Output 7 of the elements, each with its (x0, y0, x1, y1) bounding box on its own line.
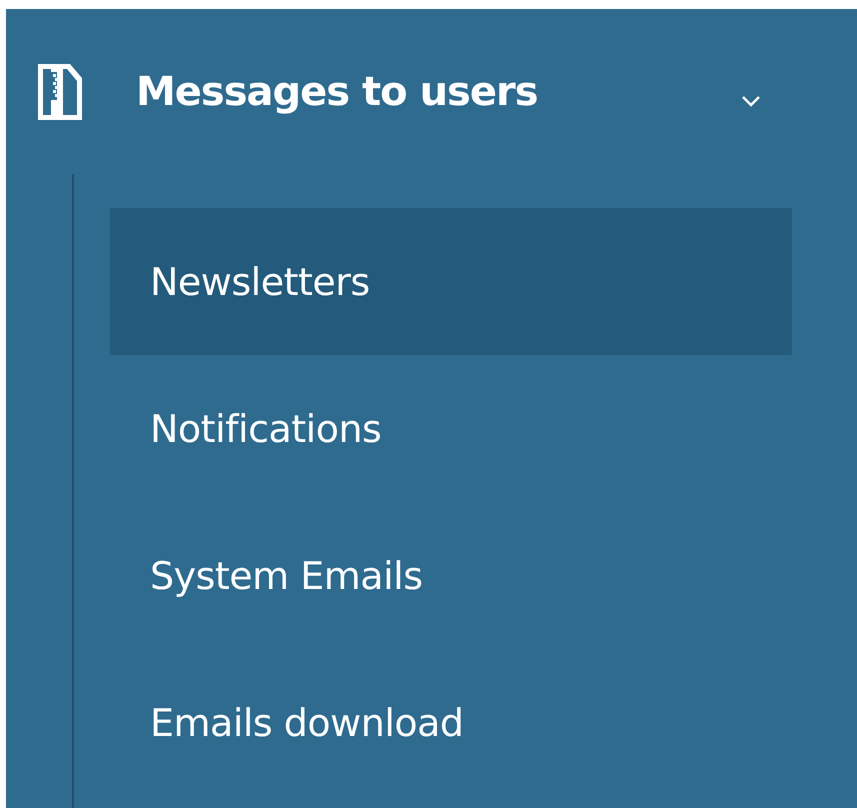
menu-item[interactable]: Emails download (110, 649, 792, 796)
menu-item[interactable]: Newsletters (110, 208, 792, 355)
menu-title[interactable]: Messages to users (136, 68, 538, 114)
menu-item[interactable]: Notifications (110, 355, 792, 502)
menu-item[interactable]: System Emails (110, 502, 792, 649)
zip-file-icon (38, 64, 82, 120)
chevron-down-icon[interactable] (741, 94, 761, 106)
